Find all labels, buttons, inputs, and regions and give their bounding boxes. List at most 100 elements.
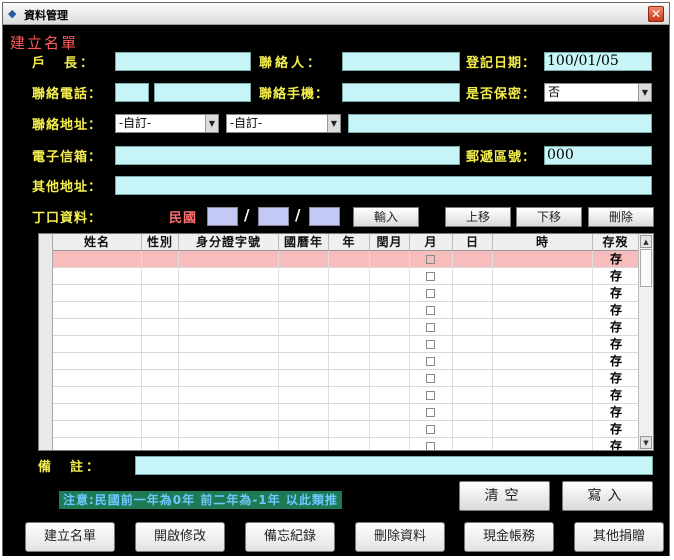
grid-cell[interactable] [453,404,493,421]
other-address-input[interactable] [115,176,652,195]
row-header[interactable] [39,370,53,387]
leap-month-checkbox[interactable] [426,408,435,417]
grid-cell[interactable] [142,336,179,353]
grid-cell[interactable] [179,251,279,268]
status-cell[interactable]: 存 [593,336,639,352]
row-header[interactable] [39,268,53,285]
grid-cell[interactable] [279,353,329,370]
status-cell[interactable]: 存 [593,285,639,301]
row-header[interactable] [39,353,53,370]
chevron-down-icon[interactable]: ▼ [327,115,340,132]
chevron-down-icon[interactable]: ▼ [205,115,218,132]
nav-button[interactable]: 其他捐贈 [574,522,664,552]
leap-month-checkbox[interactable] [426,391,435,400]
table-row[interactable]: 存 [39,370,639,387]
table-row[interactable]: 存 [39,438,639,450]
grid-column-header[interactable]: 存歿 [593,234,639,251]
grid-cell[interactable] [179,404,279,421]
nav-button[interactable]: 刪除資料 [355,522,445,552]
grid-cell[interactable] [179,268,279,285]
grid-cell[interactable] [453,336,493,353]
status-cell[interactable]: 存 [593,268,639,284]
grid-cell[interactable] [279,404,329,421]
grid-cell[interactable] [142,370,179,387]
grid-cell[interactable] [279,336,329,353]
grid-cell[interactable] [453,251,493,268]
remark-input[interactable] [135,456,653,475]
member-month-input[interactable] [258,207,289,226]
grid-cell[interactable] [179,421,279,438]
grid-cell[interactable] [279,421,329,438]
status-cell[interactable]: 存 [593,404,639,420]
grid-cell[interactable] [279,285,329,302]
grid-cell[interactable] [329,421,370,438]
grid-cell[interactable] [370,438,410,450]
grid-cell[interactable] [370,404,410,421]
grid-cell[interactable] [329,370,370,387]
grid-cell[interactable] [453,302,493,319]
scroll-thumb[interactable] [640,249,652,287]
nav-button[interactable]: 現金帳務 [464,522,554,552]
grid-cell[interactable] [53,285,142,302]
move-up-button[interactable]: 上移 [445,207,511,227]
confidential-select[interactable]: 否 ▼ [544,83,652,102]
grid-cell[interactable] [493,319,593,336]
grid-cell[interactable] [142,387,179,404]
grid-cell[interactable] [279,251,329,268]
nav-button[interactable]: 開啟修改 [135,522,225,552]
address-input[interactable] [348,114,652,133]
contact-person-input[interactable] [342,52,460,71]
grid-cell[interactable] [53,438,142,450]
grid-column-header[interactable]: 年 [329,234,370,251]
grid-column-header[interactable]: 身分證字號 [179,234,279,251]
grid-column-header[interactable]: 月 [410,234,453,251]
grid-cell[interactable] [493,353,593,370]
status-cell[interactable]: 存 [593,353,639,369]
grid-cell[interactable] [53,353,142,370]
grid-cell[interactable] [493,438,593,450]
status-cell[interactable]: 存 [593,302,639,318]
scroll-up-icon[interactable]: ▲ [640,235,652,248]
leap-month-checkbox[interactable] [426,306,435,315]
leap-month-checkbox[interactable] [426,425,435,434]
grid-cell[interactable] [370,421,410,438]
leap-month-checkbox[interactable] [426,323,435,332]
grid-cell[interactable] [179,387,279,404]
status-cell[interactable]: 存 [593,251,639,267]
grid-cell[interactable] [279,268,329,285]
grid-cell[interactable] [279,319,329,336]
grid-cell[interactable] [142,302,179,319]
grid-cell[interactable] [53,336,142,353]
grid-cell[interactable] [453,319,493,336]
grid-cell[interactable] [370,336,410,353]
grid-cell[interactable] [329,404,370,421]
row-header[interactable] [39,302,53,319]
grid-cell[interactable] [453,268,493,285]
grid-cell[interactable] [493,404,593,421]
write-button[interactable]: 寫入 [562,481,653,511]
grid-column-header[interactable]: 閏月 [370,234,410,251]
grid-cell[interactable] [329,336,370,353]
status-cell[interactable]: 存 [593,370,639,386]
grid-column-header[interactable]: 日 [453,234,493,251]
grid-cell[interactable] [493,285,593,302]
grid-cell[interactable] [179,438,279,450]
grid-cell[interactable] [370,285,410,302]
row-header[interactable] [39,404,53,421]
grid-cell[interactable] [142,319,179,336]
status-cell[interactable]: 存 [593,421,639,437]
zip-input[interactable]: 000 [544,146,652,165]
grid-cell[interactable] [370,353,410,370]
leap-month-checkbox[interactable] [426,289,435,298]
move-down-button[interactable]: 下移 [516,207,582,227]
grid-cell[interactable] [329,285,370,302]
grid-cell[interactable] [453,285,493,302]
input-button[interactable]: 輸入 [353,207,419,227]
grid-cell[interactable] [493,387,593,404]
leap-month-checkbox[interactable] [426,255,435,264]
table-row[interactable]: 存 [39,404,639,421]
leap-month-checkbox[interactable] [426,374,435,383]
member-year-input[interactable] [207,207,238,226]
grid-cell[interactable] [493,251,593,268]
grid-cell[interactable] [53,251,142,268]
